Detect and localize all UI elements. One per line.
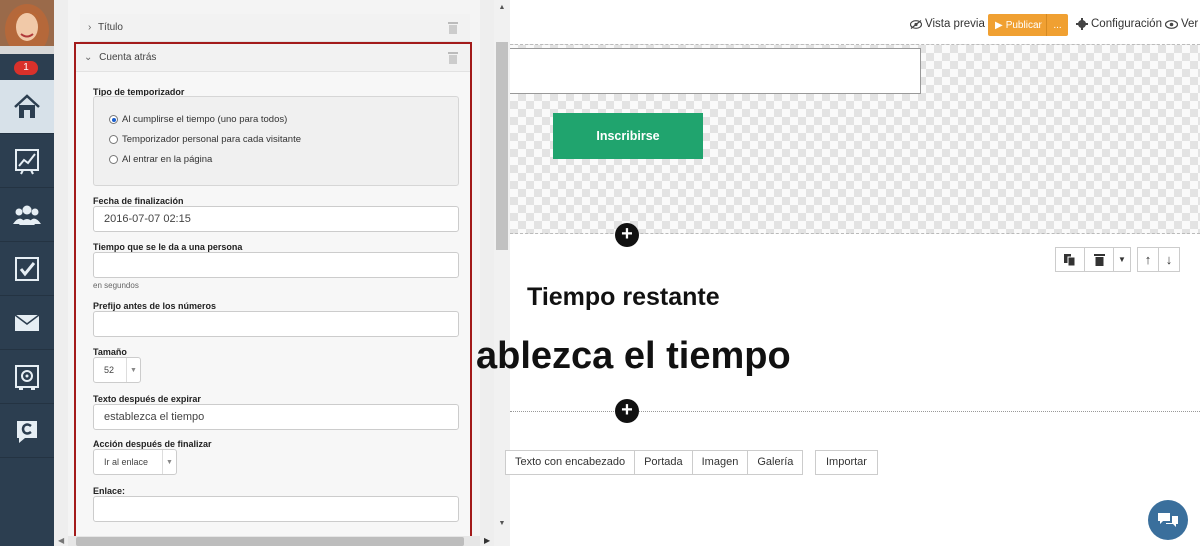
publish-button[interactable]: ▶ Publicar xyxy=(988,14,1047,36)
delete-block-button[interactable] xyxy=(1084,247,1114,272)
trash-icon[interactable] xyxy=(448,21,458,34)
radio-selected[interactable] xyxy=(109,115,118,124)
sidebar-item-email[interactable] xyxy=(0,296,54,350)
eye-slash-icon xyxy=(910,19,922,29)
tasks-icon xyxy=(15,256,39,281)
section-title-label: Título xyxy=(97,22,123,33)
contacts-icon xyxy=(13,205,41,225)
publish-button-group[interactable]: ▶ Publicar ... xyxy=(988,14,1068,36)
countdown-title[interactable]: Tiempo restante xyxy=(527,283,720,312)
horizontal-scroll-thumb[interactable] xyxy=(76,537,464,546)
scroll-up-arrow-icon[interactable]: ▲ xyxy=(498,4,506,11)
timer-type-group: Al cumplirse el tiempo (uno para todos) … xyxy=(93,96,459,186)
person-time-label: Tiempo que se le da a una persona xyxy=(93,242,243,252)
copy-icon xyxy=(1064,253,1076,266)
prefix-input[interactable] xyxy=(93,311,459,337)
after-action-select[interactable]: Ir al enlace ▼ xyxy=(93,449,177,475)
section-countdown-header[interactable]: ⌄ Cuenta atrás xyxy=(76,44,470,72)
block-type-gallery[interactable]: Galería xyxy=(747,450,804,475)
block-divider xyxy=(510,411,1200,412)
safe-icon xyxy=(15,364,39,390)
timer-option-on-enter[interactable]: Al entrar en la página xyxy=(109,154,212,165)
size-label: Tamaño xyxy=(93,347,127,357)
radio-unselected[interactable] xyxy=(109,155,118,164)
email-icon xyxy=(14,313,40,331)
link-label: Enlace: xyxy=(93,486,126,496)
main-sidebar: 1 xyxy=(0,0,54,546)
add-block-icon[interactable]: + xyxy=(615,223,639,247)
gear-icon xyxy=(1076,18,1088,30)
notification-badge[interactable]: 1 xyxy=(14,61,38,75)
block-type-toolbar: Texto con encabezado Portada Imagen Gale… xyxy=(505,450,804,475)
chevron-right-icon: › xyxy=(88,22,92,33)
person-time-hint: en segundos xyxy=(93,281,139,290)
dropdown-arrow-icon: ▼ xyxy=(126,358,140,382)
block-type-image[interactable]: Imagen xyxy=(691,450,749,475)
chevron-down-icon: ⌄ xyxy=(84,52,93,63)
link-input[interactable] xyxy=(93,496,459,522)
vertical-scroll-thumb[interactable] xyxy=(496,42,508,250)
scroll-right-arrow-icon[interactable]: ▶ xyxy=(484,536,490,545)
dropdown-arrow-icon: ▼ xyxy=(162,450,176,474)
caret-down-icon: ▼ xyxy=(1118,255,1126,264)
move-up-button[interactable]: ↑ xyxy=(1137,247,1159,272)
countdown-settings-section: ⌄ Cuenta atrás Tipo de temporizador Al c… xyxy=(74,42,472,546)
move-down-button[interactable]: ↓ xyxy=(1158,247,1180,272)
view-link[interactable]: Ver xyxy=(1165,18,1198,30)
prefix-label: Prefijo antes de los números xyxy=(93,301,217,311)
chat-bubbles-icon xyxy=(1158,513,1178,527)
countdown-expired-text[interactable]: ablezca el tiempo xyxy=(476,335,791,378)
chat-button[interactable] xyxy=(1148,500,1188,540)
home-icon xyxy=(14,93,40,118)
settings-link[interactable]: Configuración xyxy=(1076,18,1162,30)
trash-icon[interactable] xyxy=(448,51,458,64)
play-icon: ▶ xyxy=(995,19,1003,31)
after-text-input[interactable]: establezca el tiempo xyxy=(93,404,459,430)
statistics-icon xyxy=(15,148,39,174)
timer-option-personal[interactable]: Temporizador personal para cada visitant… xyxy=(109,134,301,145)
publish-more-button[interactable]: ... xyxy=(1047,20,1068,31)
trash-icon xyxy=(1093,254,1105,266)
add-block-icon[interactable]: + xyxy=(615,399,639,423)
block-type-text-heading[interactable]: Texto con encabezado xyxy=(505,450,636,475)
after-action-label: Acción después de finalizar xyxy=(93,439,212,449)
sidebar-item-home[interactable] xyxy=(0,80,54,134)
form-email-field[interactable] xyxy=(510,48,921,94)
person-time-input[interactable] xyxy=(93,252,459,278)
after-text-label: Texto después de expirar xyxy=(93,394,201,404)
end-date-input[interactable]: 2016-07-07 02:15 xyxy=(93,206,459,232)
horizontal-scrollbar[interactable] xyxy=(68,536,480,546)
eye-icon xyxy=(1165,19,1178,29)
settings-panel: › Título ⌄ Cuenta atrás Tipo de temporiz… xyxy=(68,0,480,546)
block-toolbar: ▼ ↑ ↓ xyxy=(1055,247,1180,272)
sidebar-item-statistics[interactable] xyxy=(0,134,54,188)
sidebar-item-safe[interactable] xyxy=(0,350,54,404)
size-select[interactable]: 52 ▼ xyxy=(93,357,141,383)
import-button[interactable]: Importar xyxy=(815,450,878,475)
subscribe-button[interactable]: Inscribirse xyxy=(553,113,703,159)
timer-option-shared[interactable]: Al cumplirse el tiempo (uno para todos) xyxy=(109,114,287,125)
scroll-left-arrow-icon[interactable]: ◀ xyxy=(58,536,64,545)
copy-block-button[interactable] xyxy=(1055,247,1085,272)
section-countdown-label: Cuenta atrás xyxy=(99,52,157,63)
arrow-up-icon: ↑ xyxy=(1144,252,1152,267)
preview-link[interactable]: Vista previa xyxy=(910,18,985,30)
radio-unselected[interactable] xyxy=(109,135,118,144)
end-date-label: Fecha de finalización xyxy=(93,196,184,206)
logo-c-icon xyxy=(17,420,37,443)
block-options-dropdown[interactable]: ▼ xyxy=(1113,247,1131,272)
sidebar-item-contacts[interactable] xyxy=(0,188,54,242)
sidebar-item-tasks[interactable] xyxy=(0,242,54,296)
user-avatar-image xyxy=(0,0,54,54)
avatar[interactable] xyxy=(0,0,54,54)
section-title-header[interactable]: › Título xyxy=(80,14,470,42)
scroll-down-arrow-icon[interactable]: ▼ xyxy=(498,520,506,527)
arrow-down-icon: ↓ xyxy=(1165,252,1173,267)
sidebar-item-logo[interactable] xyxy=(0,404,54,458)
block-type-cover[interactable]: Portada xyxy=(634,450,693,475)
